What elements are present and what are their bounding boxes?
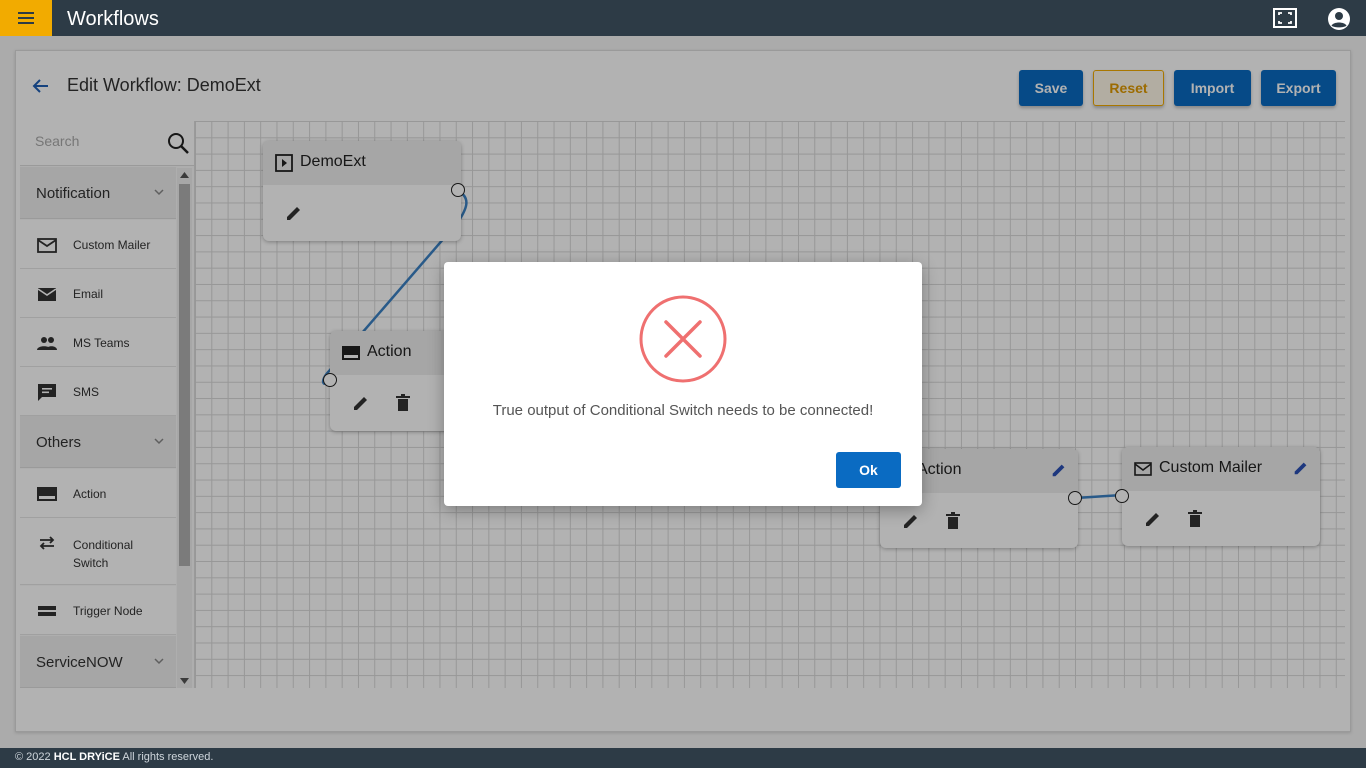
dialog-message: True output of Conditional Switch needs … xyxy=(492,402,874,419)
app-title: Workflows xyxy=(67,8,159,30)
hamburger-icon xyxy=(18,12,34,24)
fullscreen-icon[interactable] xyxy=(1272,7,1298,29)
copyright-brand: HCL DRYiCE xyxy=(53,751,120,763)
menu-button[interactable] xyxy=(0,0,52,36)
account-circle-icon[interactable] xyxy=(1327,7,1351,31)
copyright-suffix: All rights reserved. xyxy=(119,751,214,763)
error-dialog: True output of Conditional Switch needs … xyxy=(444,262,922,506)
copyright-text: © 2022 HCL DRYiCE All rights reserved. xyxy=(15,751,213,763)
error-circle-icon xyxy=(639,295,727,383)
top-bar: Workflows xyxy=(0,0,1366,36)
ok-button[interactable]: Ok xyxy=(836,452,901,488)
copyright-prefix: © 2022 xyxy=(15,751,54,763)
footer: © 2022 HCL DRYiCE All rights reserved. xyxy=(0,748,1366,768)
